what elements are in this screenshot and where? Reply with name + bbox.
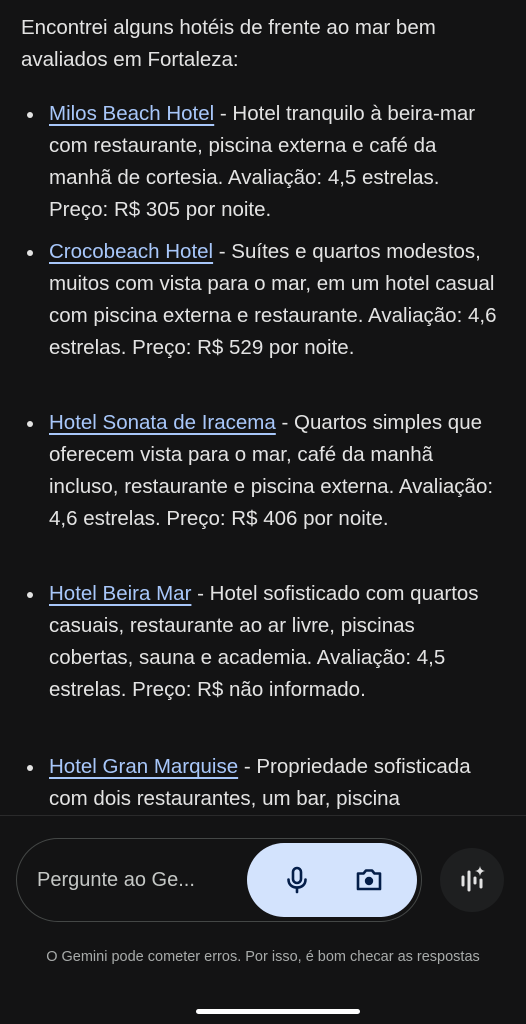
hotel-link-sonata-iracema[interactable]: Hotel Sonata de Iracema	[49, 411, 276, 434]
prompt-bar	[16, 838, 422, 922]
gemini-live-icon	[461, 866, 485, 892]
hotel-list-item: Hotel Gran Marquise - Propriedade sofist…	[27, 751, 504, 814]
prompt-input[interactable]	[37, 865, 237, 895]
microphone-button[interactable]	[277, 860, 317, 900]
hotel-list-item: Milos Beach Hotel - Hotel tranquilo à be…	[27, 98, 504, 226]
microphone-icon	[287, 866, 307, 894]
hotel-link-gran-marquise[interactable]: Hotel Gran Marquise	[49, 755, 238, 778]
hotel-link-beira-mar[interactable]: Hotel Beira Mar	[49, 582, 191, 605]
home-indicator	[196, 1009, 360, 1014]
gemini-live-button[interactable]	[440, 848, 504, 912]
camera-button[interactable]	[349, 860, 389, 900]
disclaimer-text: O Gemini pode cometer erros. Por isso, é…	[46, 949, 480, 965]
hotel-link-crocobeach[interactable]: Crocobeach Hotel	[49, 240, 213, 263]
hotel-list-item: Crocobeach Hotel - Suítes e quartos mode…	[27, 236, 504, 364]
hotel-link-milos-beach[interactable]: Milos Beach Hotel	[49, 102, 214, 125]
hotel-list-item: Hotel Sonata de Iracema - Quartos simple…	[27, 407, 504, 535]
hotel-list-item: Hotel Beira Mar - Hotel sofisticado com …	[27, 578, 504, 706]
input-tools-pill	[247, 843, 417, 917]
bullet-icon	[27, 112, 33, 118]
bullet-icon	[27, 765, 33, 771]
camera-icon	[356, 869, 382, 891]
response-intro: Encontrei alguns hotéis de frente ao mar…	[21, 16, 436, 71]
divider	[0, 815, 526, 816]
bullet-icon	[27, 592, 33, 598]
bullet-icon	[27, 421, 33, 427]
bullet-icon	[27, 250, 33, 256]
response-area: Encontrei alguns hotéis de frente ao mar…	[0, 0, 526, 814]
